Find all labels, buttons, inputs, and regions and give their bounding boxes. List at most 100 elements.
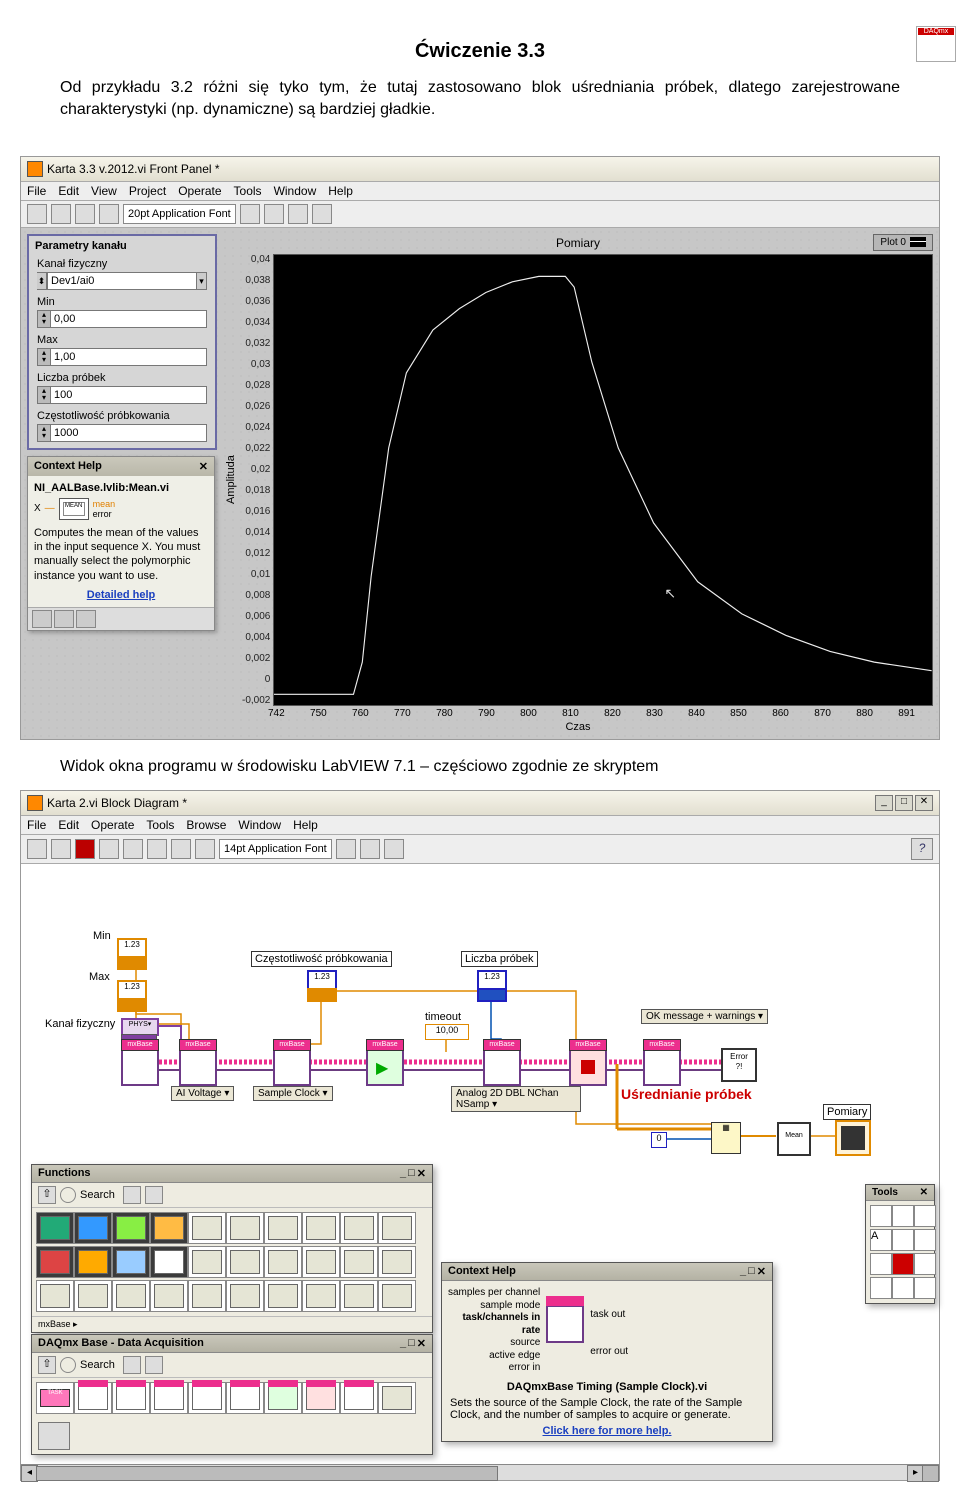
palette-cell[interactable] [378,1280,416,1312]
ctx-btn-1[interactable] [32,610,52,628]
zero-constant[interactable]: 0 [651,1132,667,1148]
channel-io-icon[interactable]: ⬍ [37,272,47,290]
palette-cell[interactable] [378,1246,416,1278]
palette-cell[interactable] [150,1212,188,1244]
menu-window[interactable]: Window [274,184,317,198]
tool-auto[interactable] [870,1205,892,1227]
menu-help[interactable]: Help [293,818,318,832]
close-button[interactable]: ✕ [915,795,933,811]
palette-cell[interactable] [112,1382,150,1414]
min-control[interactable]: ▴▾ [37,310,207,328]
palette-cell[interactable] [188,1280,226,1312]
palette-min-icon[interactable]: _ [400,1167,406,1180]
scroll-thumb[interactable] [36,1466,498,1481]
palette-view-button[interactable] [123,1356,141,1374]
menu-edit[interactable]: Edit [58,184,79,198]
menu-window[interactable]: Window [238,818,281,832]
timing-node[interactable]: mxBase [273,1048,311,1086]
palette-cell[interactable] [112,1246,150,1278]
menu-edit[interactable]: Edit [58,818,79,832]
palette-cell[interactable] [378,1382,416,1414]
palette-cell[interactable] [36,1280,74,1312]
palette-cell[interactable] [226,1382,264,1414]
tool-text[interactable]: A [870,1229,892,1251]
resize-button[interactable] [288,204,308,224]
pause-button[interactable] [99,839,119,859]
palette-cell[interactable] [74,1212,112,1244]
detailed-help-link[interactable]: Detailed help [34,589,208,601]
vi-icon[interactable] [916,26,956,62]
palette-cell[interactable] [340,1280,378,1312]
tools-palette[interactable]: Tools✕ A [865,1184,935,1304]
bd-font-selector[interactable]: 14pt Application Font [219,839,332,859]
palette-subcategory[interactable] [38,1422,70,1450]
menu-file[interactable]: File [27,184,46,198]
distribute-button[interactable] [360,839,380,859]
timeout-constant[interactable]: 10,00 [425,1024,469,1040]
palette-cell[interactable] [36,1246,74,1278]
palette-min-icon[interactable]: _ [740,1265,746,1278]
stop-task-node[interactable]: mxBase [569,1048,607,1086]
waveform-chart[interactable]: ↖ [273,254,933,706]
align-button[interactable] [240,204,260,224]
start-task-node[interactable]: mxBase▶ [366,1048,404,1086]
reorder-button[interactable] [384,839,404,859]
tool-shortcut[interactable] [914,1229,936,1251]
distribute-button[interactable] [264,204,284,224]
palette-view-button[interactable] [123,1186,141,1204]
tool-scroll[interactable] [870,1253,892,1275]
palette-cell[interactable] [264,1382,302,1414]
palette-close-icon[interactable]: ✕ [920,1187,928,1198]
palette-max-icon[interactable]: □ [408,1337,415,1350]
palette-cell[interactable] [340,1246,378,1278]
palette-cell[interactable] [150,1382,188,1414]
task-constant-cell[interactable]: TASK [36,1382,74,1414]
run-cont-button[interactable] [51,204,71,224]
palette-up-button[interactable]: ⇧ [38,1356,56,1374]
palette-cell[interactable] [264,1280,302,1312]
tool-operate[interactable] [892,1205,914,1227]
ctx-btn-3[interactable] [76,610,96,628]
nsamp-terminal[interactable]: 1.23 [477,970,507,990]
menu-project[interactable]: Project [129,184,166,198]
palette-cell[interactable] [226,1212,264,1244]
palette-cell[interactable] [302,1212,340,1244]
palette-cell[interactable] [112,1280,150,1312]
ctx2-more-help-link[interactable]: Click here for more help. [450,1425,764,1437]
palette-max-icon[interactable]: □ [408,1167,415,1180]
palette-cell[interactable] [188,1212,226,1244]
bd-menu-bar[interactable]: File Edit Operate Tools Browse Window He… [21,816,939,835]
max-control[interactable]: ▴▾ [37,348,207,366]
channel-value[interactable] [47,272,197,290]
palette-cell[interactable] [264,1246,302,1278]
palette-close-icon[interactable]: ✕ [417,1337,426,1350]
nsamp-value[interactable] [50,386,207,404]
reorder-button[interactable] [312,204,332,224]
step-out-button[interactable] [195,839,215,859]
palette-cell[interactable] [340,1382,378,1414]
menu-operate[interactable]: Operate [91,818,134,832]
menu-tools[interactable]: Tools [234,184,262,198]
palette-cell[interactable] [188,1382,226,1414]
menu-file[interactable]: File [27,818,46,832]
palette-cell[interactable] [74,1382,112,1414]
palette-max-icon[interactable]: □ [748,1265,755,1278]
rate-terminal[interactable]: 1.23 [307,970,337,990]
tool-probe[interactable] [914,1253,936,1275]
min-value[interactable] [50,310,207,328]
tool-position[interactable] [914,1205,936,1227]
step-into-button[interactable] [147,839,167,859]
create-task-node[interactable]: mxBase [121,1048,159,1086]
palette-cell[interactable] [302,1246,340,1278]
highlight-button[interactable] [123,839,143,859]
abort-button[interactable] [75,204,95,224]
search-label[interactable]: Search [80,1189,115,1201]
step-over-button[interactable] [171,839,191,859]
tool-break[interactable] [892,1253,914,1275]
abort-button[interactable] [75,839,95,859]
palette-cell[interactable] [264,1212,302,1244]
palette-close-icon[interactable]: ✕ [417,1167,426,1180]
tool-wire[interactable] [892,1229,914,1251]
palette-close-icon[interactable]: ✕ [757,1265,766,1278]
palette-min-icon[interactable]: _ [400,1337,406,1350]
